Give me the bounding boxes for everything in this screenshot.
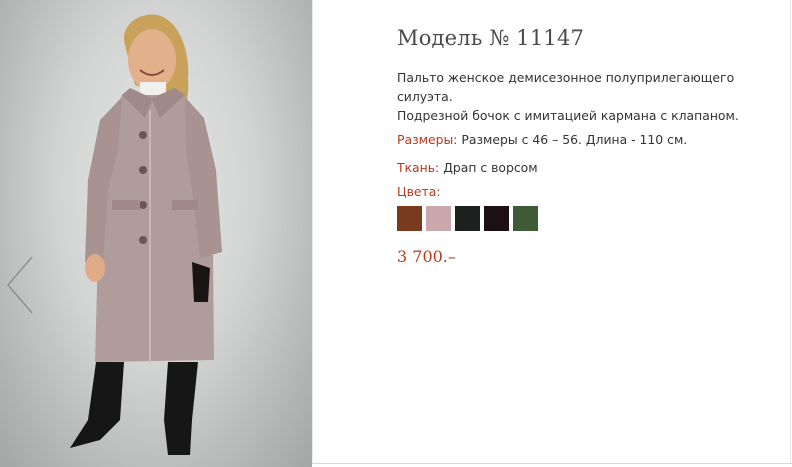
product-description: Пальто женское демисезонное полуприлегаю… [397,68,777,125]
description-line: Подрезной бочок с имитацией кармана с кл… [397,108,739,123]
color-swatch[interactable] [455,206,480,231]
sizes-label: Размеры: [397,132,458,147]
chevron-left-icon [7,256,33,314]
color-swatch[interactable] [513,206,538,231]
product-photo [0,0,312,467]
fabric-row: Ткань: Драп с ворсом [397,158,777,177]
sizes-row: Размеры: Размеры с 46 – 56. Длина - 110 … [397,130,777,149]
sizes-value: Размеры с 46 – 56. Длина - 110 см. [461,132,688,147]
color-swatches [397,206,777,231]
description-line: Пальто женское демисезонное полуприлегаю… [397,70,735,104]
product-price: 3 700.– [397,247,456,266]
colors-label: Цвета: [397,184,441,199]
divider [312,0,313,463]
product-title: Модель № 11147 [397,26,585,50]
divider [312,463,792,464]
color-swatch[interactable] [426,206,451,231]
fabric-value: Драп с ворсом [443,160,538,175]
fabric-label: Ткань: [397,160,440,175]
color-swatch[interactable] [484,206,509,231]
gallery-prev-button[interactable] [4,255,36,315]
product-info: Модель № 11147 Пальто женское демисезонн… [397,26,777,266]
divider [790,0,791,463]
color-swatch[interactable] [397,206,422,231]
colors-row: Цвета: [397,182,777,201]
model-in-coat-image [70,14,222,455]
